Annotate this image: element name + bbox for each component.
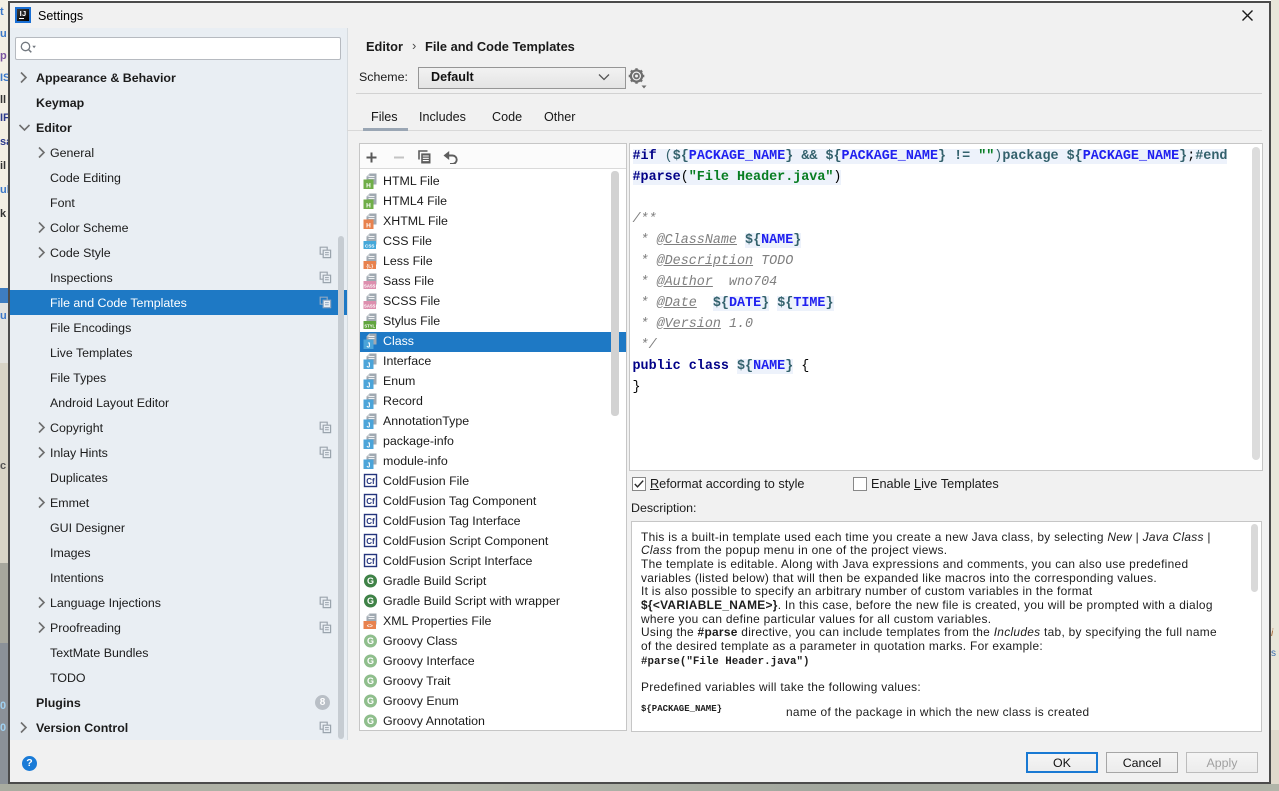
svg-text:J: J — [367, 402, 371, 409]
svg-text:{L}: {L} — [366, 263, 373, 269]
svg-text:J: J — [367, 362, 371, 369]
svg-text:G: G — [367, 656, 374, 666]
svg-text:J: J — [367, 422, 371, 429]
svg-text:J: J — [367, 382, 371, 389]
svg-text:Cf: Cf — [366, 517, 375, 526]
svg-text:H: H — [366, 202, 371, 209]
svg-text:H: H — [366, 182, 371, 189]
svg-text:G: G — [367, 596, 374, 606]
svg-text:Cf: Cf — [366, 477, 375, 486]
svg-text:G: G — [367, 716, 374, 726]
svg-text:Cf: Cf — [366, 497, 375, 506]
svg-text:SASS: SASS — [364, 303, 376, 308]
svg-text:STYL: STYL — [364, 323, 375, 328]
svg-text:<>: <> — [367, 623, 373, 629]
svg-text:SASS: SASS — [364, 283, 376, 288]
svg-text:G: G — [367, 676, 374, 686]
svg-text:G: G — [367, 576, 374, 586]
svg-text:Cf: Cf — [366, 557, 375, 566]
svg-text:J: J — [367, 462, 371, 469]
svg-text:G: G — [367, 696, 374, 706]
svg-text:J: J — [367, 342, 371, 349]
svg-text:Cf: Cf — [366, 537, 375, 546]
svg-text:H: H — [366, 222, 371, 229]
svg-text:CSS: CSS — [365, 243, 374, 248]
svg-text:J: J — [367, 442, 371, 449]
svg-text:G: G — [367, 636, 374, 646]
